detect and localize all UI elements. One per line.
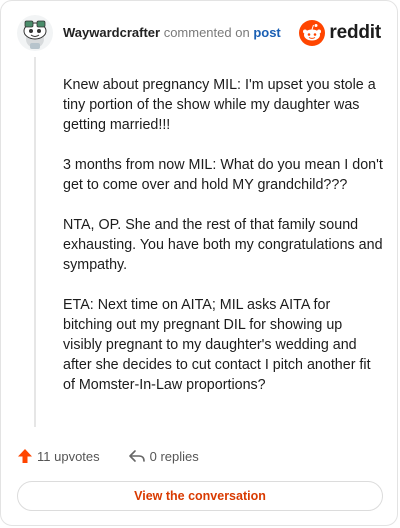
reply-arrow-icon xyxy=(128,450,145,462)
comment-body: Knew about pregnancy MIL: I'm upset you … xyxy=(63,75,383,415)
reddit-snoo-icon xyxy=(299,20,326,46)
comment-header: Waywardcrafter commented on post xyxy=(63,25,281,40)
reddit-logo[interactable]: reddit xyxy=(299,19,381,47)
upvote-button[interactable]: 11 upvotes xyxy=(17,448,100,464)
reply-button[interactable]: 0 replies xyxy=(128,448,199,464)
action-text: commented on xyxy=(163,25,250,40)
view-conversation-button[interactable]: View the conversation xyxy=(17,481,383,511)
comment-paragraph: Knew about pregnancy MIL: I'm upset you … xyxy=(63,77,376,133)
comment-paragraph: ETA: Next time on AITA; MIL asks AITA fo… xyxy=(63,297,371,393)
brand-wordmark: reddit xyxy=(329,22,381,43)
comment-card: Waywardcrafter commented on post reddit … xyxy=(0,0,398,526)
comment-paragraph: 3 months from now MIL: What do you mean … xyxy=(63,157,383,193)
reply-count: 0 replies xyxy=(149,448,199,464)
avatar[interactable] xyxy=(17,15,53,51)
comment-footer: 11 upvotes 0 replies xyxy=(17,445,199,467)
upvote-count: 11 upvotes xyxy=(37,448,100,464)
comment-paragraph: NTA, OP. She and the rest of that family… xyxy=(63,217,383,273)
arrow-up-icon xyxy=(18,449,32,463)
post-link[interactable]: post xyxy=(253,25,280,40)
thread-line xyxy=(34,57,36,427)
author-name[interactable]: Waywardcrafter xyxy=(63,25,160,40)
